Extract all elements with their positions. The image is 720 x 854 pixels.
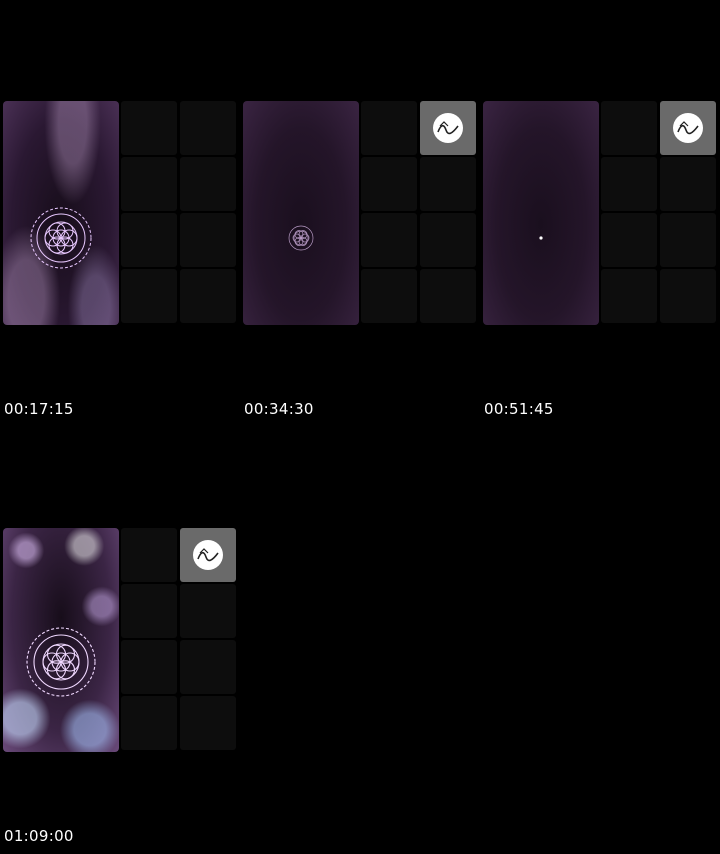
grid-tile (121, 696, 177, 750)
video-preview (3, 101, 119, 325)
thumbnail-frame-3[interactable] (483, 101, 717, 325)
grid-tile (601, 269, 657, 323)
grid-tile (121, 584, 177, 638)
grid-tile (180, 157, 236, 211)
timestamp-1: 00:17:15 (4, 400, 74, 418)
grid-tile (420, 157, 476, 211)
thumbnail-frame-4[interactable] (3, 528, 237, 752)
timestamp-2: 00:34:30 (244, 400, 314, 418)
grid-tile (361, 269, 417, 323)
grid-tile (180, 269, 236, 323)
grid-tile (121, 101, 177, 155)
timestamp-4: 01:09:00 (4, 827, 74, 845)
grid-tile (180, 101, 236, 155)
grid-tile (180, 696, 236, 750)
grid-tile (121, 213, 177, 267)
grid-tile (180, 584, 236, 638)
mandala-icon (288, 225, 314, 250)
channel-logo-icon (193, 540, 223, 570)
badge-tile[interactable] (660, 101, 716, 155)
channel-logo-icon (673, 113, 703, 143)
grid-tile (660, 157, 716, 211)
grid-tile (420, 269, 476, 323)
grid-tile (601, 213, 657, 267)
grid-tile (601, 101, 657, 155)
mandala-icon (30, 207, 92, 269)
mandala-icon (539, 236, 543, 240)
grid-tile (660, 269, 716, 323)
grid-tile (361, 157, 417, 211)
channel-logo-icon (433, 113, 463, 143)
timestamp-3: 00:51:45 (484, 400, 554, 418)
mandala-icon (26, 627, 96, 697)
video-preview (3, 528, 119, 752)
grid-tile (121, 528, 177, 582)
grid-tile (180, 213, 236, 267)
grid-tile (121, 157, 177, 211)
grid-tile (361, 101, 417, 155)
grid-tile (180, 640, 236, 694)
grid-tile (420, 213, 476, 267)
thumbnail-frame-1[interactable] (3, 101, 237, 325)
grid-tile (601, 157, 657, 211)
grid-tile (121, 269, 177, 323)
video-preview (483, 101, 599, 325)
grid-tile (361, 213, 417, 267)
badge-tile[interactable] (180, 528, 236, 582)
grid-tile (660, 213, 716, 267)
thumbnail-frame-2[interactable] (243, 101, 477, 325)
grid-tile (121, 640, 177, 694)
video-preview (243, 101, 359, 325)
badge-tile[interactable] (420, 101, 476, 155)
